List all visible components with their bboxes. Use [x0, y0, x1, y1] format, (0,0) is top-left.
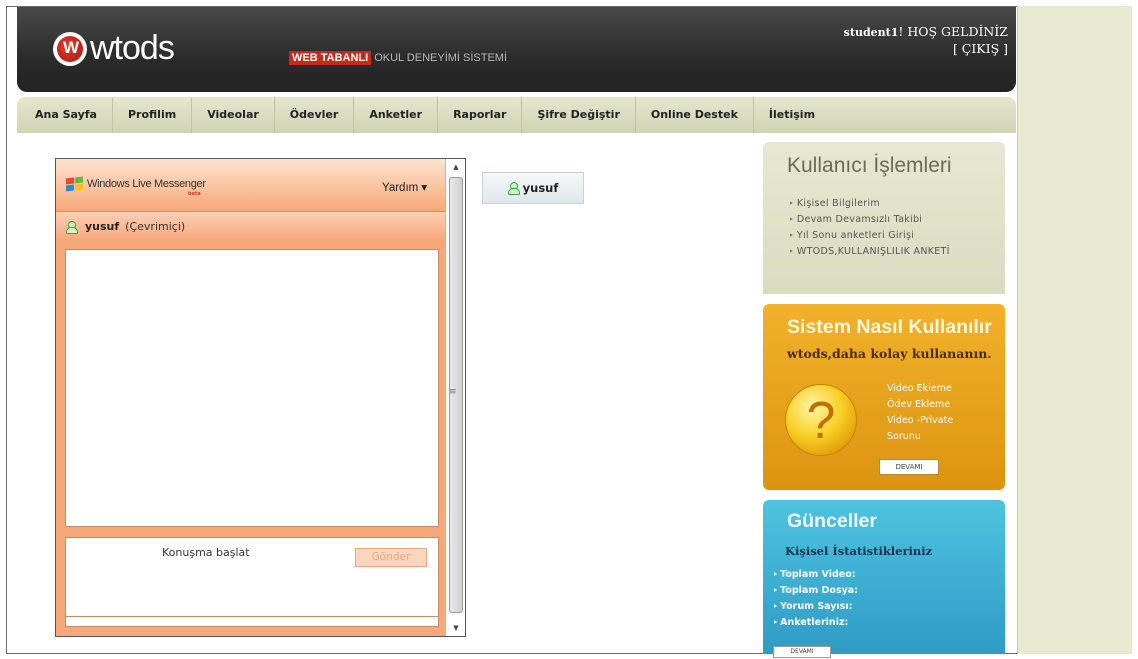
- site-logo[interactable]: W wtods: [53, 29, 175, 68]
- messenger-contact-name: yusuf: [85, 220, 120, 233]
- logo-mark-icon: W: [53, 31, 87, 66]
- user-op-usability-survey[interactable]: WTODS,KULLANIŞLILIK ANKETİ: [789, 244, 950, 260]
- nav-item-assignments[interactable]: Ödevler: [275, 97, 355, 133]
- contact-tab-name: yusuf: [522, 181, 559, 195]
- messenger-input-placeholder: Konuşma başlat: [162, 546, 250, 559]
- user-operations-title: Kullanıcı İşlemleri: [787, 154, 952, 177]
- stat-total-video: Toplam Video:: [773, 567, 858, 583]
- site-header: W wtods WEB TABANLI OKUL DENEYİMİ SİSTEMİ…: [17, 7, 1016, 92]
- how-to-use-list: Video Ekleme Ödev Ekleme Video -Private …: [887, 381, 953, 445]
- logout-link[interactable]: [ ÇIKIŞ ]: [844, 41, 1008, 57]
- messenger-contact-status: (Çevrimiçi): [125, 220, 186, 233]
- nav-item-online-support[interactable]: Online Destek: [636, 97, 754, 133]
- logo-mark-letter: W: [62, 37, 79, 57]
- scroll-grip-icon: ≡: [449, 387, 457, 397]
- username: student1: [843, 26, 899, 39]
- messenger-chat-area: [65, 249, 439, 527]
- messenger-scrollbar[interactable]: ▲ ≡ ▼: [445, 159, 465, 636]
- updates-title: Günceller: [787, 510, 877, 532]
- messenger-footer: [65, 617, 439, 627]
- nav-item-reports[interactable]: Raporlar: [438, 97, 523, 133]
- stat-surveys: Anketleriniz:: [773, 615, 858, 631]
- messenger-input-area[interactable]: Konuşma başlat Gönder: [65, 537, 439, 617]
- contact-tab-yusuf[interactable]: yusuf: [482, 172, 584, 204]
- contact-online-icon: [66, 220, 78, 234]
- messenger-brand: Windows Live Messenger: [66, 176, 206, 192]
- nav-item-change-password[interactable]: Şifre Değiştir: [522, 97, 636, 133]
- logo-text: wtods: [90, 29, 175, 67]
- site-tagline: WEB TABANLI OKUL DENEYİMİ SİSTEMİ: [289, 51, 508, 65]
- stat-total-file: Toplam Dosya:: [773, 583, 858, 599]
- messenger-header: Windows Live Messenger beta Yardım ▾: [56, 159, 445, 211]
- how-to-use-subtitle: wtods,daha kolay kullananın.: [787, 346, 992, 361]
- help-item-video-add[interactable]: Video Ekleme: [887, 381, 953, 397]
- help-item-video-private[interactable]: Video -Private: [887, 413, 953, 429]
- nav-item-profile[interactable]: Profilim: [113, 97, 193, 133]
- user-op-attendance[interactable]: Devam Devamsızlı Takibi: [789, 212, 950, 228]
- user-operations-list: Kişisel Bilgilerim Devam Devamsızlı Taki…: [789, 196, 950, 260]
- scroll-down-arrow-icon[interactable]: ▼: [446, 620, 466, 636]
- updates-box: Günceller Kişisel İstatistikleriniz Topl…: [763, 500, 1005, 658]
- user-op-personal-info[interactable]: Kişisel Bilgilerim: [789, 196, 950, 212]
- main-nav: Ana Sayfa Profilim Videolar Ödevler Anke…: [17, 97, 1016, 133]
- nav-item-home[interactable]: Ana Sayfa: [35, 97, 113, 133]
- help-item-assignment-add[interactable]: Ödev Ekleme: [887, 397, 953, 413]
- user-operations-box: Kullanıcı İşlemleri Kişisel Bilgilerim D…: [763, 142, 1005, 294]
- messenger-beta-label: beta: [188, 191, 201, 197]
- how-to-use-title: Sistem Nasıl Kullanılır: [787, 316, 992, 338]
- stats-list: Toplam Video: Toplam Dosya: Yorum Sayısı…: [773, 567, 858, 631]
- tagline-rest: OKUL DENEYİMİ SİSTEMİ: [374, 52, 508, 64]
- question-mark-icon: ?: [785, 384, 857, 456]
- messenger-contact-bar: yusuf (Çevrimiçi): [56, 211, 445, 241]
- scroll-up-arrow-icon[interactable]: ▲: [446, 159, 466, 175]
- user-op-year-end-surveys[interactable]: Yıl Sonu anketleri Girişi: [789, 228, 950, 244]
- messenger-send-button[interactable]: Gönder: [355, 548, 427, 567]
- contact-tab-person-icon: [507, 182, 520, 195]
- stat-comment-count: Yorum Sayısı:: [773, 599, 858, 615]
- how-to-use-box: Sistem Nasıl Kullanılır wtods,daha kolay…: [763, 304, 1005, 490]
- updates-more-button[interactable]: DEVAMI: [773, 646, 831, 658]
- messenger-brand-text: Windows Live Messenger: [87, 178, 206, 190]
- nav-item-surveys[interactable]: Anketler: [354, 97, 439, 133]
- nav-item-videos[interactable]: Videolar: [192, 97, 275, 133]
- welcome-text: ! HOŞ GELDİNİZ: [898, 24, 1008, 39]
- windows-flag-icon: [66, 176, 84, 192]
- messenger-widget: Windows Live Messenger beta Yardım ▾ yus…: [55, 158, 466, 637]
- help-item-issue[interactable]: Sorunu: [887, 429, 953, 445]
- welcome-block: student1! HOŞ GELDİNİZ [ ÇIKIŞ ]: [844, 24, 1008, 57]
- messenger-help-menu[interactable]: Yardım ▾: [382, 180, 427, 194]
- nav-item-contact[interactable]: İletişim: [754, 97, 830, 133]
- tagline-highlight: WEB TABANLI: [289, 51, 372, 65]
- updates-subtitle: Kişisel İstatistikleriniz: [785, 544, 933, 558]
- how-to-use-more-button[interactable]: DEVAMI: [879, 459, 939, 475]
- right-gutter: [1017, 6, 1132, 654]
